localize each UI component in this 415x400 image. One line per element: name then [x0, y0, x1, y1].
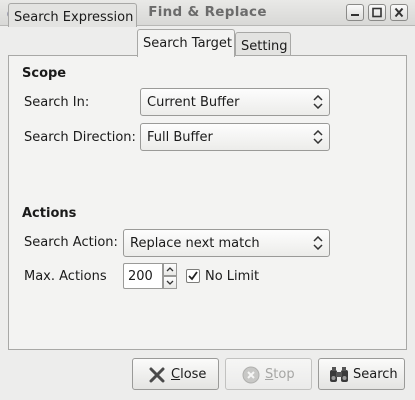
- scope-heading: Scope: [22, 66, 67, 81]
- max-actions-value: 200: [128, 269, 153, 284]
- spin-up-button[interactable]: [163, 263, 177, 276]
- max-actions-spinner: 200: [123, 263, 177, 289]
- tab-search-expression[interactable]: Search Expression: [8, 3, 137, 27]
- tab-label: Search Target: [143, 36, 233, 51]
- maximize-button[interactable]: [368, 4, 386, 21]
- close-icon: [394, 7, 404, 18]
- updown-arrows-icon: [313, 130, 323, 144]
- spin-down-button[interactable]: [163, 276, 177, 289]
- stop-icon: [242, 366, 260, 384]
- no-limit-checkbox[interactable]: [186, 269, 200, 283]
- no-limit-label: No Limit: [205, 269, 260, 284]
- actions-heading: Actions: [22, 206, 77, 221]
- tab-label: Setting: [241, 39, 288, 54]
- search-label: Search: [353, 367, 398, 382]
- search-in-combo[interactable]: Current Buffer: [140, 88, 330, 116]
- search-in-label: Search In:: [24, 95, 90, 110]
- x-icon: [149, 367, 165, 383]
- close-button[interactable]: Close: [132, 358, 219, 390]
- stop-button[interactable]: Stop: [225, 358, 312, 390]
- updown-arrows-icon: [313, 236, 323, 250]
- search-action-label: Search Action:: [24, 235, 118, 250]
- close-label: lose: [180, 367, 207, 382]
- binoculars-icon: [330, 367, 348, 382]
- tab-label: Search Expression: [14, 10, 134, 25]
- updown-arrows-icon: [313, 95, 323, 109]
- checkmark-icon: [188, 271, 198, 281]
- max-actions-label: Max. Actions: [24, 269, 107, 284]
- stop-label: top: [273, 367, 295, 382]
- search-button[interactable]: Search: [318, 358, 405, 390]
- max-actions-input[interactable]: 200: [123, 263, 163, 289]
- tab-setting[interactable]: Setting: [235, 32, 291, 56]
- search-action-value: Replace next match: [130, 236, 260, 251]
- search-action-combo[interactable]: Replace next match: [123, 229, 330, 257]
- maximize-icon: [372, 7, 382, 18]
- minimize-button[interactable]: [346, 4, 364, 21]
- close-window-button[interactable]: [390, 4, 408, 21]
- minimize-icon: [351, 14, 359, 16]
- chevron-down-icon: [166, 280, 174, 285]
- close-mnemonic: C: [171, 367, 181, 382]
- search-direction-label: Search Direction:: [24, 130, 136, 145]
- search-in-value: Current Buffer: [147, 95, 240, 110]
- tab-search-target[interactable]: Search Target: [137, 29, 235, 57]
- search-direction-value: Full Buffer: [147, 130, 213, 145]
- search-direction-combo[interactable]: Full Buffer: [140, 123, 330, 151]
- chevron-up-icon: [166, 267, 174, 272]
